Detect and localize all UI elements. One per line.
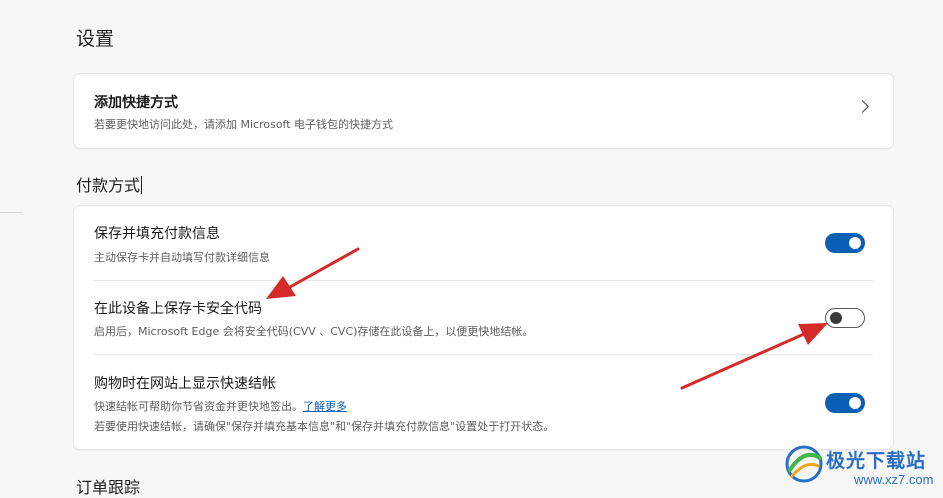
payment-methods-card: 保存并填充付款信息 主动保存卡并自动填写付款详细信息 在此设备上保存卡安全代码 … <box>74 206 893 449</box>
add-shortcut-card[interactable]: 添加快捷方式 若要更快地访问此处，请添加 Microsoft 电子钱包的快捷方式 <box>74 74 893 148</box>
site-watermark: 极光下载站 www.xz7.com <box>780 438 940 492</box>
express-checkout-toggle[interactable] <box>825 393 865 413</box>
save-security-code-toggle[interactable] <box>825 308 865 328</box>
save-security-code-title: 在此设备上保存卡安全代码 <box>94 301 262 317</box>
add-shortcut-title: 添加快捷方式 <box>94 95 178 111</box>
order-tracking-section-title: 订单跟踪 <box>76 478 141 497</box>
save-payment-info-toggle[interactable] <box>825 233 865 253</box>
express-checkout-description-text: 快速结帐可帮助你节省资金并更快地签出。 <box>94 400 303 413</box>
row-divider <box>94 354 873 355</box>
aurora-logo-icon <box>785 445 823 483</box>
chevron-right-icon[interactable] <box>856 100 869 113</box>
page-title: 设置 <box>76 28 115 50</box>
save-payment-info-description: 主动保存卡并自动填写付款详细信息 <box>94 251 270 264</box>
add-shortcut-description: 若要更快地访问此处，请添加 Microsoft 电子钱包的快捷方式 <box>94 118 394 131</box>
sidebar-divider <box>0 212 22 213</box>
payment-section-label: 付款方式 <box>76 176 141 195</box>
save-security-code-description: 启用后，Microsoft Edge 会将安全代码(CVV 、CVC)存储在此设… <box>94 325 534 338</box>
watermark-url: www.xz7.com <box>854 472 934 487</box>
row-divider <box>94 280 873 281</box>
learn-more-link[interactable]: 了解更多 <box>303 400 347 413</box>
watermark-name: 极光下载站 <box>826 450 927 472</box>
express-checkout-title: 购物时在网站上显示快速结帐 <box>94 376 276 392</box>
express-checkout-description: 快速结帐可帮助你节省资金并更快地签出。了解更多 <box>94 398 347 414</box>
save-payment-info-title: 保存并填充付款信息 <box>94 226 220 242</box>
text-cursor <box>141 176 143 194</box>
payment-section-title: 付款方式 <box>76 172 143 196</box>
express-checkout-note: 若要使用快速结帐，请确保"保存并填充基本信息"和"保存并填充付款信息"设置处于打… <box>94 420 555 433</box>
